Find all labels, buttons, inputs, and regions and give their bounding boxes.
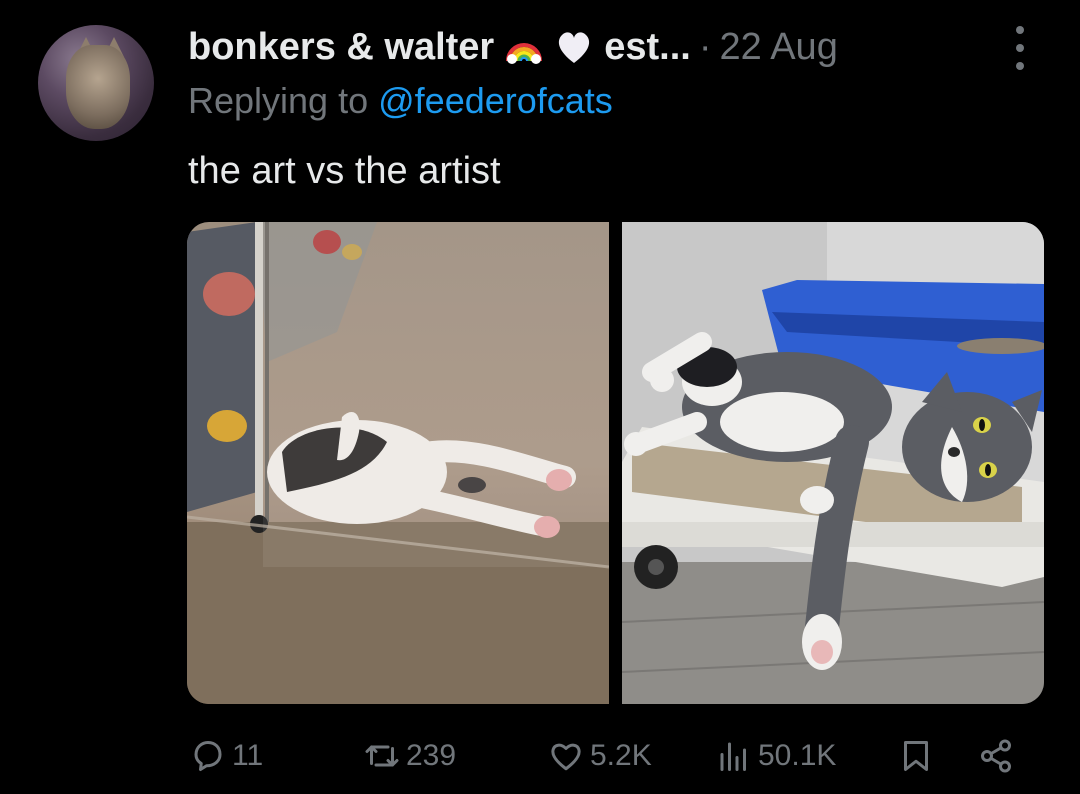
avatar[interactable] (38, 25, 154, 141)
reply-icon (194, 741, 222, 771)
views-bar-chart-icon (720, 742, 746, 771)
tweet-date[interactable]: 22 Aug (719, 26, 837, 69)
heart-icon (551, 743, 581, 771)
rainbow-emoji-icon (506, 43, 543, 64)
white-heart-emoji-icon (559, 32, 590, 63)
share-button[interactable] (978, 738, 1020, 774)
replying-handle-link[interactable]: @feederofcats (378, 80, 613, 121)
share-icon (981, 739, 1011, 773)
reply-button[interactable]: 11 (190, 738, 263, 774)
display-name-truncated: est... (604, 25, 691, 68)
repost-button[interactable]: 239 (364, 738, 456, 774)
like-count: 5.2K (590, 739, 652, 772)
replying-prefix: Replying to (188, 80, 369, 121)
replying-to: Replying to @feederofcats (188, 80, 613, 122)
tweet-header: bonkers & walter est... · 22 Aug (188, 22, 838, 72)
bookmark-button[interactable] (898, 738, 940, 774)
views-button[interactable]: 50.1K (716, 738, 836, 774)
repost-count: 239 (406, 739, 457, 772)
reply-count: 11 (232, 739, 264, 772)
views-count: 50.1K (758, 739, 837, 772)
tweet-media (187, 222, 1044, 704)
tweet-text: the art vs the artist (188, 150, 501, 192)
separator-dot: · (698, 25, 712, 68)
display-name[interactable]: bonkers & walter (188, 26, 494, 69)
like-button[interactable]: 5.2K (548, 738, 652, 774)
more-options-icon[interactable] (1012, 26, 1028, 70)
cat-behind-glass-photo[interactable] (187, 222, 609, 704)
tweet-actions: 11 239 5.2K 50.1K (0, 738, 1080, 778)
repost-icon (365, 745, 399, 767)
bookmark-icon (904, 741, 928, 771)
cat-lying-on-litter-box-photo[interactable] (622, 222, 1044, 704)
